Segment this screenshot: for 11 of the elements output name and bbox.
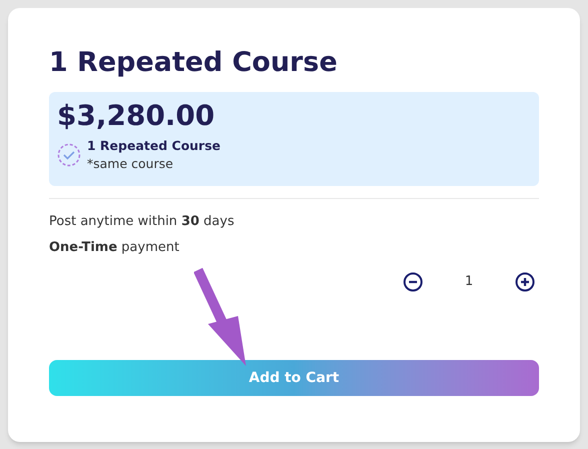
offer-name: 1 Repeated Course (87, 137, 221, 155)
course-title: 1 Repeated Course (49, 46, 338, 80)
price: $3,280.00 (57, 98, 216, 134)
increase-button[interactable] (515, 272, 535, 292)
decrease-button[interactable] (403, 272, 423, 292)
offer-note: *same course (87, 155, 174, 173)
quantity-value: 1 (464, 273, 474, 292)
term-text: One-Time payment (49, 239, 180, 256)
check-badge-icon (57, 143, 81, 167)
term-text: Post anytime within 30 days (49, 213, 236, 230)
add-to-cart-button[interactable]: Add to Cart (49, 360, 539, 396)
